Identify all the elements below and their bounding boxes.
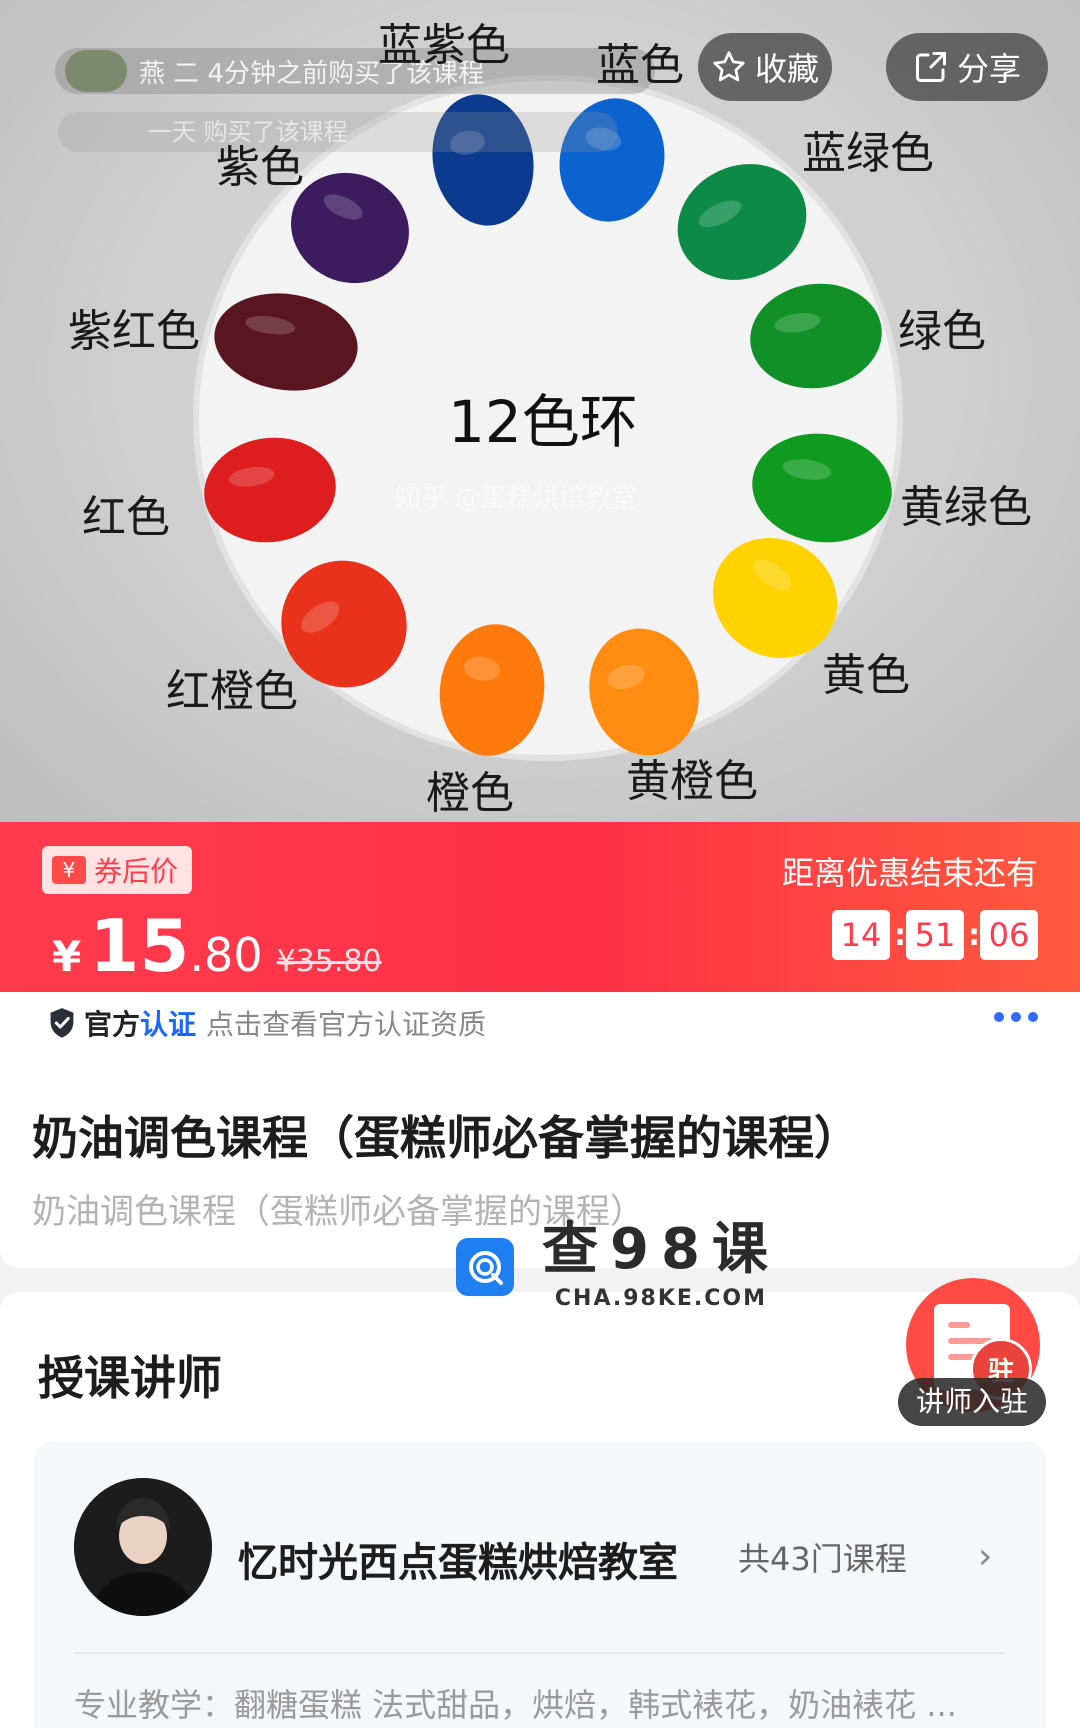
promo-price-bar: ¥ 券后价 ¥ 15 .80 ¥35.80 距离优惠结束还有 14 : 51 :… <box>0 822 1080 992</box>
join-label: 讲师入驻 <box>898 1378 1046 1426</box>
price: ¥ 15 .80 ¥35.80 <box>52 910 382 982</box>
label-green: 绿色 <box>898 306 986 357</box>
label-yellow: 黄色 <box>822 650 910 701</box>
watermark-url: CHA.98KE.COM <box>554 1286 768 1311</box>
label-blue-green: 蓝绿色 <box>802 128 934 179</box>
label-blue: 蓝色 <box>596 40 684 91</box>
favorite-label: 收藏 <box>754 50 819 88</box>
course-title: 奶油调色课程（蛋糕师必备掌握的课程） <box>32 1111 860 1165</box>
teacher-avatar <box>74 1478 212 1616</box>
course-cover-image: 燕 二 4分钟之前购买了该课程 一天 购买了该课程 12色环 知乎 @蛋糕烘焙教… <box>0 0 1080 822</box>
share-button[interactable]: 分享 <box>886 33 1048 101</box>
site-watermark: 查98课 CHA.98KE.COM <box>456 1222 780 1311</box>
countdown-minutes: 51 <box>906 910 964 960</box>
divider <box>74 1652 1004 1654</box>
purchase-ticker-secondary: 一天 购买了该课程 <box>58 112 618 152</box>
more-options-icon[interactable] <box>994 1012 1038 1022</box>
share-label: 分享 <box>956 50 1021 88</box>
cert-label-verified: 认证 <box>140 1008 197 1041</box>
shield-check-icon <box>50 1008 74 1038</box>
star-icon <box>713 51 745 82</box>
label-violet: 紫色 <box>216 142 304 193</box>
price-decimal: .80 <box>189 928 263 982</box>
chevron-right-icon: › <box>978 1536 993 1577</box>
label-blue-violet: 蓝紫色 <box>378 20 510 71</box>
teacher-card[interactable]: 忆时光西点蛋糕烘焙教室 共43门课程 › 专业教学：翻糖蛋糕 法式甜品，烘焙，韩… <box>34 1442 1046 1728</box>
label-red-violet: 紫红色 <box>68 306 200 357</box>
instructor-join-button[interactable]: 驻 讲师入驻 <box>898 1278 1046 1428</box>
watermark-logo-icon <box>456 1237 514 1296</box>
label-red: 红色 <box>82 492 170 543</box>
countdown-label: 距离优惠结束还有 <box>781 854 1038 892</box>
coupon-icon: ¥ <box>52 856 86 884</box>
instructor-section-title: 授课讲师 <box>38 1351 222 1405</box>
coupon-label: 券后价 <box>94 855 179 888</box>
price-integer: 15 <box>89 904 190 988</box>
label-orange: 橙色 <box>426 768 514 819</box>
countdown-timer: 14 : 51 : 06 <box>832 910 1038 960</box>
cert-link[interactable]: 点击查看官方认证资质 <box>206 1003 486 1043</box>
favorite-button[interactable]: 收藏 <box>698 33 832 101</box>
share-icon <box>915 52 946 82</box>
price-currency: ¥ <box>52 932 82 981</box>
cert-label-official: 官方 <box>84 1008 141 1041</box>
countdown-hours: 14 <box>832 910 890 960</box>
wheel-title: 12色环 <box>448 388 638 456</box>
label-yellow-orange: 黄橙色 <box>626 756 758 807</box>
official-certification-row[interactable]: 官方 认证 点击查看官方认证资质 <box>0 992 1080 1054</box>
countdown-separator: : <box>894 917 906 953</box>
countdown-seconds: 06 <box>980 910 1038 960</box>
teacher-course-count: 共43门课程 <box>738 1540 907 1578</box>
teacher-specialties: 专业教学：翻糖蛋糕 法式甜品，烘焙，韩式裱花，奶油裱花 ... <box>74 1686 957 1724</box>
instructor-section: 授课讲师 驻 讲师入驻 忆时光西点蛋糕烘焙教室 共43门课程 › 专业教学：翻糖… <box>0 1278 1080 1728</box>
purchase-ticker: 燕 二 4分钟之前购买了该课程 <box>55 48 655 94</box>
coupon-tag: ¥ 券后价 <box>42 846 193 894</box>
countdown-separator: : <box>968 917 980 953</box>
label-red-orange: 红橙色 <box>166 666 298 717</box>
label-yellow-green: 黄绿色 <box>900 482 1032 533</box>
original-price: ¥35.80 <box>276 944 382 979</box>
buyer-avatar <box>65 50 127 92</box>
image-watermark: 知乎 @蛋糕烘焙教室 <box>395 484 638 514</box>
teacher-name: 忆时光西点蛋糕烘焙教室 <box>238 1540 678 1586</box>
watermark-text: 查98课 <box>542 1217 780 1282</box>
